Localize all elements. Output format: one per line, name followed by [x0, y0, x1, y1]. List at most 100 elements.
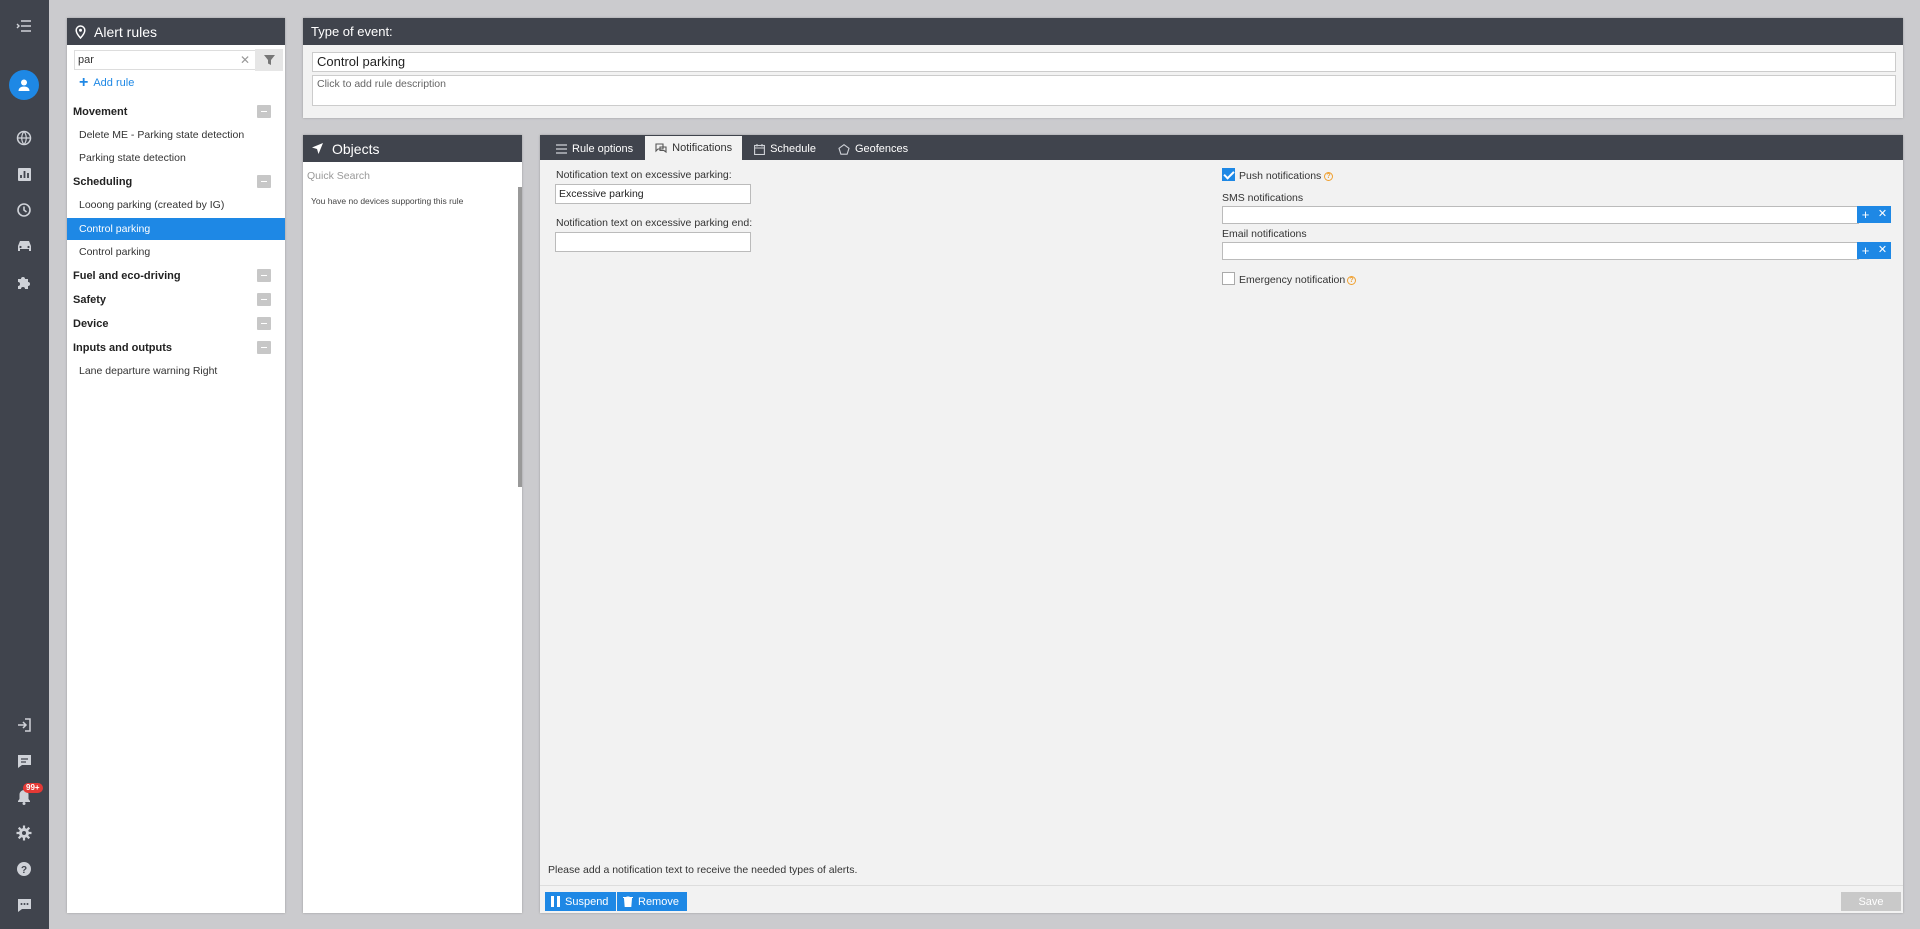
map-pin-icon[interactable] [12, 198, 36, 222]
rule-item-label: Looong parking (created by IG) [79, 199, 225, 211]
tab-geofences[interactable]: Geofences [828, 138, 918, 160]
add-rule-button[interactable]: + Add rule [79, 74, 134, 91]
group-scheduling[interactable]: Scheduling [73, 172, 279, 192]
remove-button[interactable]: Remove [617, 892, 687, 911]
footer-bar: Suspend Remove Save [540, 885, 1903, 913]
objects-panel: Objects Quick Search You have no devices… [303, 135, 522, 913]
alert-rules-panel: Alert rules ✕ + Add rule Movement Delete… [67, 18, 285, 913]
emergency-notification-checkbox[interactable] [1222, 272, 1235, 285]
objects-scrollbar[interactable] [518, 187, 522, 487]
event-type-panel: Type of event: Control parking Click to … [303, 18, 1903, 118]
filter-icon [263, 55, 275, 65]
user-avatar-icon[interactable] [9, 70, 39, 100]
rule-item-label: Delete ME - Parking state detection [79, 129, 245, 141]
save-button[interactable]: Save [1841, 892, 1901, 911]
menu-icon[interactable] [12, 14, 36, 38]
alert-rules-title: Alert rules [94, 23, 158, 40]
rule-item[interactable]: Control parking [67, 241, 285, 263]
group-collapse-icon[interactable] [257, 341, 271, 354]
sms-add-button[interactable]: + [1857, 206, 1874, 223]
group-collapse-icon[interactable] [257, 105, 271, 118]
group-collapse-icon[interactable] [257, 269, 271, 282]
objects-header: Objects [303, 135, 522, 162]
rule-item[interactable]: Delete ME - Parking state detection [67, 124, 285, 146]
group-fuel-eco-driving[interactable]: Fuel and eco-driving [73, 266, 279, 286]
push-notifications-checkbox[interactable] [1222, 168, 1235, 181]
remove-label: Remove [638, 895, 679, 908]
car-icon[interactable] [12, 234, 36, 258]
group-movement[interactable]: Movement [73, 102, 279, 122]
excessive-parking-end-text-input[interactable] [555, 232, 751, 252]
message-icon[interactable] [12, 749, 36, 773]
rule-settings-panel: Rule options Notifications Schedule Geof… [540, 135, 1903, 913]
email-notifications-label: Email notifications [1222, 228, 1307, 240]
help-icon[interactable]: ? [12, 857, 36, 881]
rule-item-label: Lane departure warning Right [79, 365, 218, 377]
pause-icon [551, 896, 560, 907]
group-label: Movement [73, 106, 128, 118]
group-safety[interactable]: Safety [73, 290, 279, 310]
rule-description-field[interactable]: Click to add rule description [312, 75, 1896, 106]
chart-icon[interactable] [12, 162, 36, 186]
quick-search-input[interactable]: Quick Search [307, 170, 370, 182]
tab-notifications[interactable]: Notifications [645, 136, 743, 160]
globe-icon[interactable] [12, 126, 36, 150]
chat-icon[interactable] [12, 893, 36, 917]
email-clear-button[interactable]: ✕ [1874, 242, 1891, 259]
group-label: Device [73, 318, 109, 330]
pentagon-icon [838, 143, 850, 155]
excessive-parking-text-input[interactable]: Excessive parking [555, 184, 751, 204]
rule-item[interactable]: Parking state detection [67, 147, 285, 169]
emergency-help-icon[interactable]: ? [1347, 276, 1356, 285]
sms-clear-button[interactable]: ✕ [1874, 206, 1891, 223]
push-notifications-label: Push notifications [1239, 170, 1322, 182]
svg-text:?: ? [21, 865, 27, 876]
close-icon: ✕ [1877, 244, 1888, 256]
tab-schedule[interactable]: Schedule [744, 138, 826, 160]
nav-rail: 99+ ? [0, 0, 49, 929]
tab-label: Rule options [572, 143, 634, 155]
filter-button[interactable] [255, 49, 283, 71]
rule-item[interactable]: Looong parking (created by IG) [67, 194, 285, 216]
list-icon [556, 144, 567, 154]
trash-icon [623, 896, 633, 907]
rule-item-selected[interactable]: Control parking [67, 218, 285, 240]
logout-icon[interactable] [12, 713, 36, 737]
settings-tabs: Rule options Notifications Schedule Geof… [540, 135, 1903, 160]
suspend-button[interactable]: Suspend [545, 892, 617, 911]
tab-label: Notifications [672, 142, 733, 154]
email-recipients-input[interactable] [1222, 242, 1859, 260]
notification-hint-text: Please add a notification text to receiv… [548, 864, 858, 876]
group-collapse-icon[interactable] [257, 293, 271, 306]
group-label: Scheduling [73, 176, 133, 188]
navigation-arrow-icon [312, 143, 323, 154]
email-add-button[interactable]: + [1857, 242, 1874, 259]
plus-icon: + [1861, 243, 1870, 258]
push-help-icon[interactable]: ? [1324, 172, 1333, 181]
objects-title: Objects [332, 140, 380, 157]
excessive-parking-label: Notification text on excessive parking: [556, 169, 732, 181]
tab-label: Geofences [854, 143, 909, 155]
group-device[interactable]: Device [73, 314, 279, 334]
event-type-header: Type of event: [303, 18, 1903, 45]
event-type-title: Type of event: [311, 24, 393, 39]
sms-recipients-input[interactable] [1222, 206, 1859, 224]
group-inputs-outputs[interactable]: Inputs and outputs [73, 338, 279, 358]
rule-name-field[interactable]: Control parking [312, 52, 1896, 72]
rule-item-label: Control parking [79, 246, 151, 258]
group-collapse-icon[interactable] [257, 175, 271, 188]
excessive-parking-end-label: Notification text on excessive parking e… [556, 217, 753, 229]
clear-search-icon[interactable]: ✕ [240, 53, 250, 67]
group-collapse-icon[interactable] [257, 317, 271, 330]
group-label: Fuel and eco-driving [73, 270, 181, 282]
gear-icon[interactable] [12, 821, 36, 845]
rule-item[interactable]: Lane departure warning Right [67, 360, 285, 382]
puzzle-icon[interactable] [12, 270, 36, 294]
plus-icon: + [79, 74, 89, 91]
sms-notifications-label: SMS notifications [1222, 192, 1304, 204]
rule-item-label: Control parking [79, 223, 151, 235]
rules-search-input[interactable] [75, 51, 235, 69]
location-pin-icon [75, 24, 86, 39]
tab-rule-options[interactable]: Rule options [546, 138, 643, 160]
close-icon: ✕ [1877, 208, 1888, 220]
